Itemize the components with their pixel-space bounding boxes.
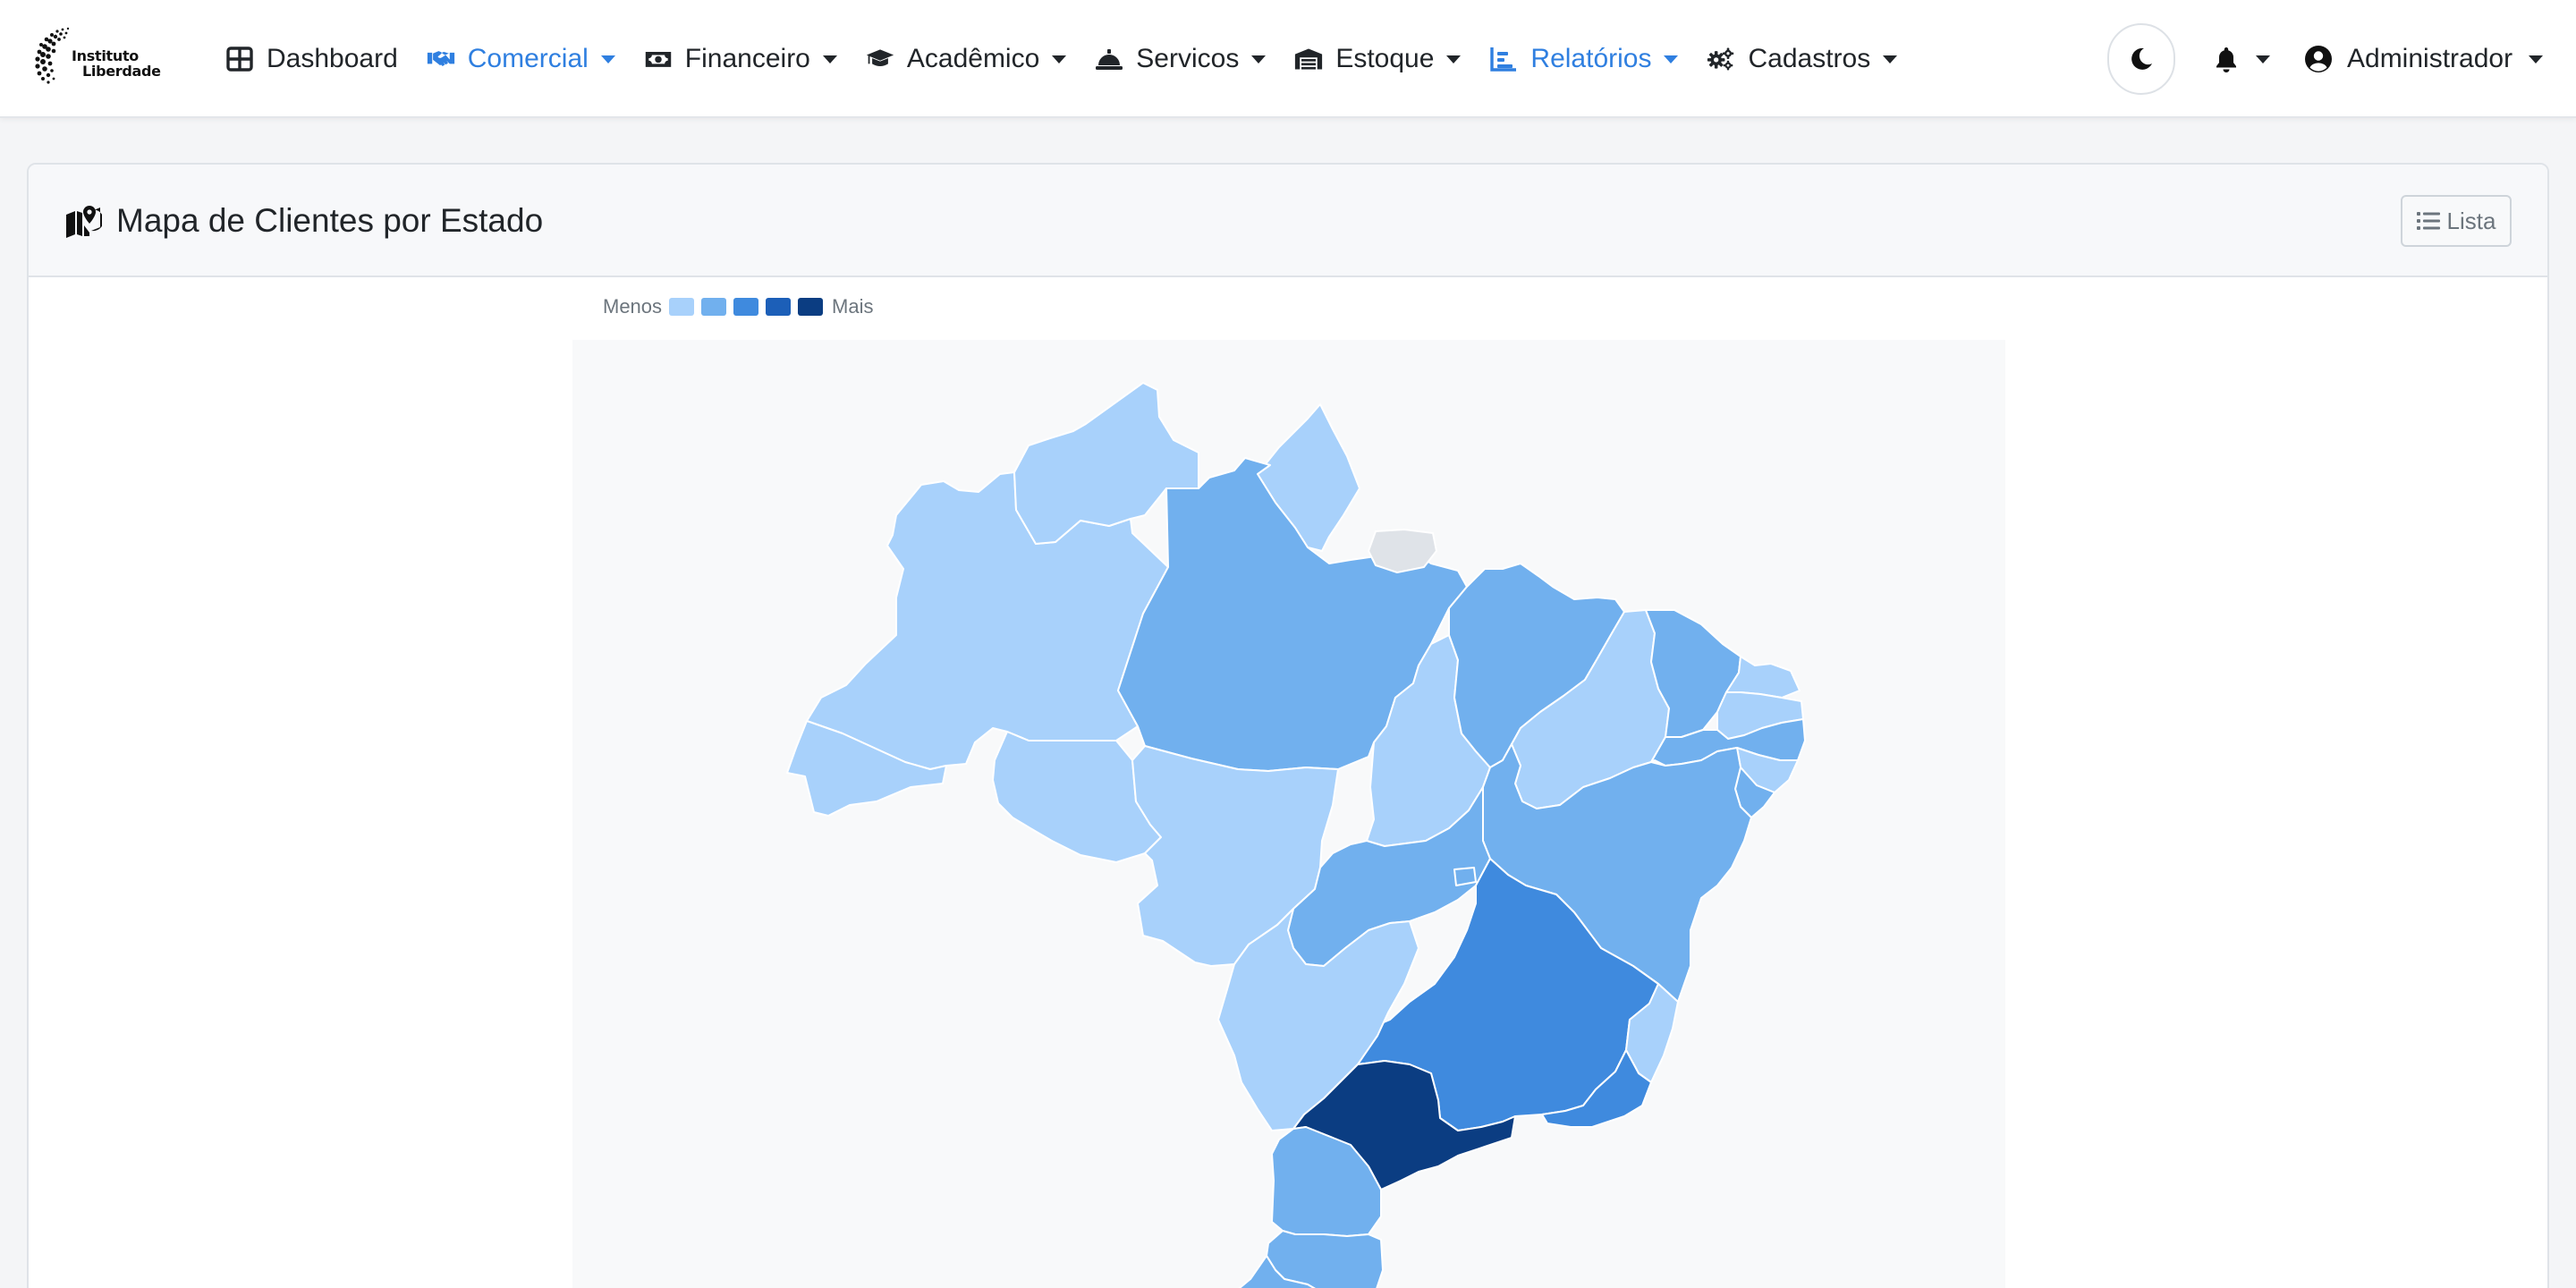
nav-item-label: Acadêmico xyxy=(906,44,1040,73)
money-bill-icon xyxy=(645,52,672,67)
list-button-label: Lista xyxy=(2446,207,2496,234)
nav-item-cadastros[interactable]: Cadastros xyxy=(1707,36,1898,82)
brand-logo[interactable]: Instituto Liberdade xyxy=(32,27,166,91)
chevron-down-icon xyxy=(1446,55,1462,64)
card-title-text: Mapa de Clientes por Estado xyxy=(116,202,544,239)
nav-item-label: Servicos xyxy=(1136,44,1240,73)
list-icon xyxy=(2416,212,2440,230)
handshake-icon xyxy=(427,51,454,66)
brazil-map-svg xyxy=(786,382,1806,1288)
nav-item-servicos[interactable]: Servicos xyxy=(1095,36,1267,82)
list-view-button[interactable]: Lista xyxy=(2401,195,2512,247)
bell-icon xyxy=(2216,47,2236,72)
table-grid-icon xyxy=(226,47,253,72)
nav-item-label: Cadastros xyxy=(1748,44,1871,73)
nav-item-label: Dashboard xyxy=(267,44,398,73)
nav-item-relatorios[interactable]: Relatórios xyxy=(1489,36,1679,82)
user-name: Administrador xyxy=(2347,44,2513,73)
nav-item-academico[interactable]: Acadêmico xyxy=(866,36,1067,82)
legend-swatch xyxy=(701,298,727,316)
user-menu[interactable]: Administrador xyxy=(2304,36,2544,82)
chevron-down-icon xyxy=(1664,55,1679,64)
notifications-dropdown[interactable] xyxy=(2213,39,2270,79)
legend-swatch xyxy=(798,298,824,316)
warehouse-icon xyxy=(1295,48,1323,70)
nav-item-label: Comercial xyxy=(467,44,589,73)
user-circle-icon xyxy=(2305,46,2332,72)
chevron-down-icon xyxy=(600,55,615,64)
service-bell-icon xyxy=(1096,49,1123,70)
main-menu: Dashboard Comercial Financeiro Acadêmico… xyxy=(225,36,1926,82)
legend-swatch xyxy=(669,298,695,316)
card-header: Mapa de Clientes por Estado Lista xyxy=(29,165,2547,277)
graduation-cap-icon xyxy=(866,49,894,66)
legend-swatch xyxy=(766,298,792,316)
chevron-down-icon xyxy=(2256,55,2270,64)
brand-name: Instituto Liberdade xyxy=(72,47,161,80)
chevron-down-icon xyxy=(1052,55,1067,64)
legend-max-label: Mais xyxy=(832,295,874,318)
moon-icon xyxy=(2131,47,2152,70)
legend-min-label: Menos xyxy=(603,295,663,318)
map-legend: Menos Mais xyxy=(603,293,874,320)
top-navbar: Instituto Liberdade Dashboard Comercial xyxy=(0,0,2576,118)
map-location-icon xyxy=(66,206,102,238)
brazil-map xyxy=(572,340,2005,1288)
chevron-down-icon xyxy=(822,55,837,64)
gears-icon xyxy=(1707,47,1734,71)
state-df[interactable] xyxy=(1453,867,1477,886)
chevron-down-icon xyxy=(2529,55,2544,64)
card-title: Mapa de Clientes por Estado xyxy=(64,199,543,243)
chevron-down-icon xyxy=(1251,55,1267,64)
nav-item-dashboard[interactable]: Dashboard xyxy=(225,36,398,82)
chevron-down-icon xyxy=(1883,55,1898,64)
nav-item-estoque[interactable]: Estoque xyxy=(1294,36,1462,82)
nav-item-financeiro[interactable]: Financeiro xyxy=(644,36,837,82)
map-card: Mapa de Clientes por Estado Lista Menos … xyxy=(27,163,2549,1288)
theme-toggle-button[interactable] xyxy=(2107,23,2175,95)
nav-item-comercial[interactable]: Comercial xyxy=(427,36,615,82)
legend-swatch xyxy=(733,298,759,316)
chart-bar-icon xyxy=(1490,47,1517,72)
nav-item-label: Relatórios xyxy=(1530,44,1652,73)
nav-item-label: Estoque xyxy=(1335,44,1435,73)
nav-item-label: Financeiro xyxy=(684,44,810,73)
